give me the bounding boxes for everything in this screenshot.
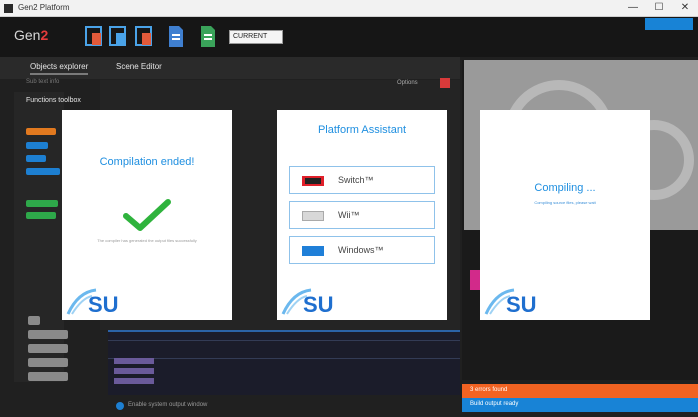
function-chip[interactable] — [26, 200, 58, 207]
platform-option-wii[interactable]: Wii™ — [289, 201, 435, 229]
su-logo-text: SU — [88, 292, 119, 317]
side-button[interactable] — [28, 344, 68, 353]
maximize-button[interactable]: ☐ — [646, 0, 672, 16]
compile-icon[interactable] — [84, 24, 104, 50]
timeline-clip[interactable] — [114, 368, 154, 374]
card-heading: Compilation ended! — [99, 156, 195, 168]
platform-option-label: Windows™ — [338, 245, 384, 255]
function-chip[interactable] — [26, 212, 56, 219]
windows-icon — [302, 246, 324, 256]
compiling-card: Compiling ... Compiling source files, pl… — [480, 110, 650, 320]
toolbar: Gen2 CURRENT — [0, 17, 698, 57]
su-logo-text: SU — [506, 292, 537, 317]
platform-option-switch[interactable]: Switch™ — [289, 166, 435, 194]
functions-title: Functions toolbox — [26, 97, 81, 104]
app-icon — [4, 4, 13, 13]
window-title: Gen2 Platform — [18, 3, 70, 12]
info-status-text: Build output ready — [470, 401, 519, 407]
close-panel-button[interactable] — [440, 78, 450, 88]
app-logo: Gen2 — [14, 27, 49, 43]
output-checkbox-label: Enable system output window — [128, 402, 208, 408]
platform-assistant-card: Platform Assistant Switch™ Wii™ Windows™… — [277, 110, 447, 320]
options-dropdown[interactable]: Options — [397, 80, 418, 86]
side-button[interactable] — [28, 330, 68, 339]
tab-scene-editor[interactable]: Scene Editor — [116, 62, 162, 71]
wii-icon — [302, 211, 324, 221]
side-button[interactable] — [28, 358, 68, 367]
compilation-ended-card: Compilation ended! The compiler has gene… — [62, 110, 232, 320]
app-window: Gen2 Platform — ☐ ✕ Gen2 CURRENT Objects… — [0, 0, 698, 417]
card-heading: Compiling ... — [534, 182, 596, 194]
preview-marker — [470, 270, 480, 290]
platform-dropdown[interactable]: CURRENT — [229, 30, 283, 44]
side-button[interactable] — [28, 316, 40, 325]
info-status-bar[interactable]: Build output ready — [462, 398, 698, 412]
platform-option-label: Wii™ — [338, 210, 360, 220]
title-bar: Gen2 Platform — ☐ ✕ — [0, 0, 698, 17]
checkmark-icon — [123, 199, 171, 231]
platform-option-label: Switch™ — [338, 175, 374, 185]
function-chip[interactable] — [26, 142, 48, 149]
tab-bar: Objects explorer Scene Editor — [0, 57, 460, 79]
close-button[interactable]: ✕ — [672, 0, 698, 16]
minimize-button[interactable]: — — [620, 0, 646, 16]
switch-icon — [302, 176, 324, 186]
output-checkbox[interactable] — [116, 402, 124, 410]
document-icon[interactable] — [198, 24, 218, 50]
accent-button[interactable] — [645, 18, 693, 30]
function-chip[interactable] — [26, 128, 56, 135]
sub-info: Sub text info — [26, 79, 60, 85]
timeline[interactable] — [108, 330, 460, 395]
card-heading: Platform Assistant — [317, 124, 407, 136]
timeline-clip[interactable] — [114, 358, 154, 364]
document-icon[interactable] — [166, 24, 186, 50]
timeline-clip[interactable] — [114, 378, 154, 384]
su-logo-text: SU — [303, 292, 334, 317]
side-button[interactable] — [28, 372, 68, 381]
card-message: Compiling source files, please wait — [534, 200, 596, 205]
tab-objects-explorer[interactable]: Objects explorer — [30, 62, 89, 75]
compile-icon[interactable] — [108, 24, 128, 50]
function-chip[interactable] — [26, 155, 46, 162]
error-status-bar[interactable]: 3 errors found — [462, 384, 698, 398]
card-message: The compiler has generated the output fi… — [97, 238, 197, 243]
compile-icon[interactable] — [134, 24, 154, 50]
error-status-text: 3 errors found — [470, 387, 508, 393]
platform-option-windows[interactable]: Windows™ — [289, 236, 435, 264]
function-chip[interactable] — [26, 168, 60, 175]
